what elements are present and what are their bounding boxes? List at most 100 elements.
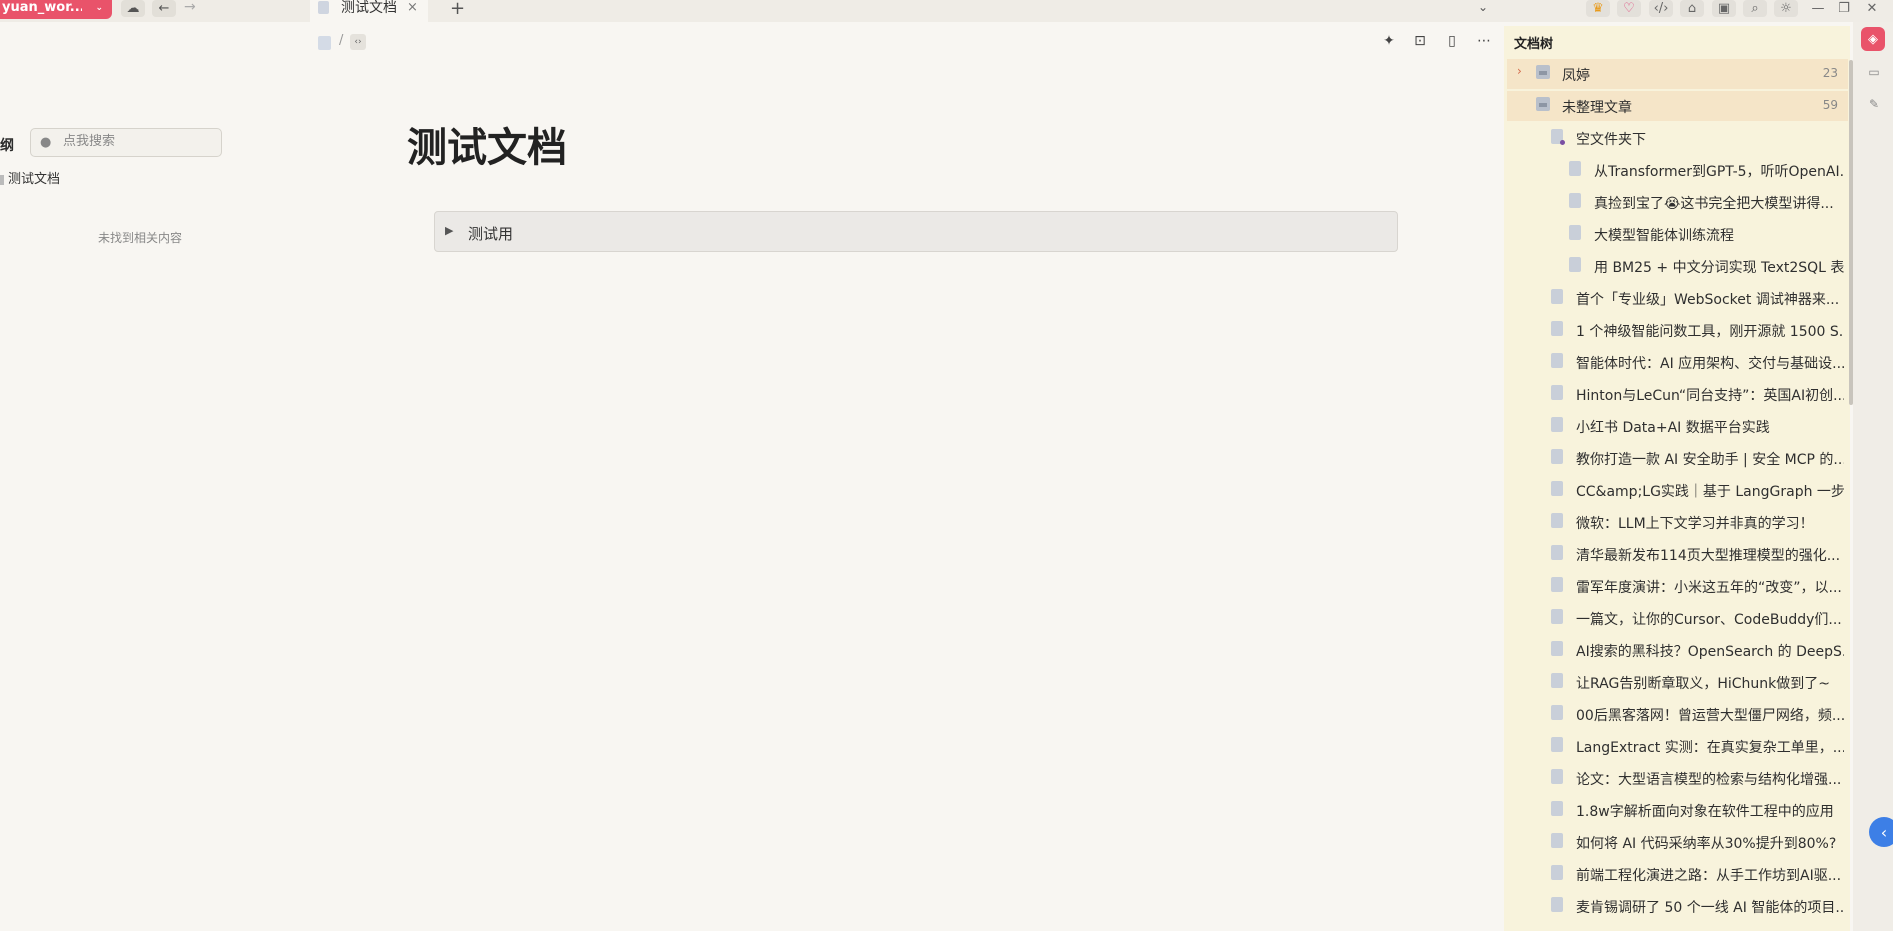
toggle-arrow-icon[interactable]: ▶ (445, 224, 453, 237)
document-icon (1551, 481, 1563, 496)
tree-doc-row[interactable]: 微软：LLM上下文学习并非真的学习！ (1507, 507, 1848, 537)
tree-doc-row[interactable]: 雷军年度演讲：小米这五年的“改变”，以... (1507, 571, 1848, 601)
doc-title: Hinton与LeCun“同台支持”：英国AI初创... (1576, 388, 1844, 404)
doc-title: 麦肯锡调研了 50 个一线 AI 智能体的项目... (1576, 900, 1844, 916)
tab-list-chevron-icon[interactable]: ⌄ (1478, 0, 1488, 14)
add-tab-button[interactable]: + (450, 0, 465, 19)
file-icon[interactable]: ▯ (1443, 33, 1461, 49)
document-icon (1551, 801, 1563, 816)
tree-doc-row[interactable]: 让RAG告别断章取义，HiChunk做到了~ (1507, 667, 1848, 697)
chevron-right-icon[interactable]: › (1517, 64, 1522, 78)
back-icon[interactable]: ← (152, 0, 176, 17)
tree-doc-row[interactable]: Hinton与LeCun“同台支持”：英国AI初创... (1507, 379, 1848, 409)
document-icon (1551, 513, 1563, 528)
folder-row[interactable]: 空文件夹下 (1507, 123, 1848, 153)
more-icon[interactable]: ⋯ (1475, 33, 1493, 49)
notebook-name: 未整理文章 (1562, 100, 1632, 116)
tree-doc-row[interactable]: 00后黑客落网！曾运营大型僵尸网络，频... (1507, 699, 1848, 729)
restore-icon[interactable]: ❐ (1832, 0, 1856, 17)
tree-doc-row[interactable]: 用 BM25 + 中文分词实现 Text2SQL 表... (1507, 251, 1848, 281)
forward-icon[interactable]: → (184, 0, 196, 15)
doc-title: AI搜索的黑科技？OpenSearch 的 DeepS... (1576, 644, 1844, 660)
tree-doc-row[interactable]: 教你打造一款 AI 安全助手 | 安全 MCP 的... (1507, 443, 1848, 473)
notebook-count: 59 (1822, 98, 1838, 112)
doc-title: 论文：大型语言模型的检索与结构化增强... (1576, 772, 1842, 788)
document-icon (1551, 609, 1563, 624)
folder-document-icon (1551, 129, 1565, 145)
tree-doc-row[interactable]: LangExtract 实测：在真实复杂工单里，... (1507, 731, 1848, 761)
document-icon (1551, 577, 1563, 592)
tree-doc-row[interactable]: 清华最新发布114页大型推理模型的强化... (1507, 539, 1848, 569)
command-icon[interactable]: ▣ (1712, 0, 1736, 17)
document-icon (1569, 161, 1581, 176)
tree-doc-row[interactable]: CC&amp;LG实践｜基于 LangGraph 一步... (1507, 475, 1848, 505)
outline-item[interactable]: 测试文档 (0, 168, 60, 187)
breadcrumb-code-icon[interactable]: ‹› (350, 34, 366, 50)
tree-doc-row[interactable]: 真捡到宝了😭这书完全把大模型讲得... (1507, 187, 1848, 217)
document-title[interactable]: 测试文档 (407, 115, 567, 173)
tree-doc-row[interactable]: 1.8w字解析面向对象在软件工程中的应用 (1507, 795, 1848, 825)
heart-icon[interactable]: ♡ (1617, 0, 1641, 17)
outline-search[interactable]: ● (30, 128, 222, 157)
notebook-icon (1536, 65, 1550, 79)
pencil-dock-icon[interactable]: ✎ (1866, 96, 1882, 112)
search-icon[interactable]: ⌕ (1743, 0, 1767, 17)
inbox-dock-icon[interactable]: ▭ (1866, 64, 1882, 80)
tab-label: 测试文档 (341, 0, 397, 16)
tree-doc-row[interactable]: 一篇文，让你的Cursor、CodeBuddy们... (1507, 603, 1848, 633)
crown-icon[interactable]: ♛ (1586, 0, 1610, 17)
tree-doc-row[interactable]: 从Transformer到GPT-5，听听OpenAI... (1507, 155, 1848, 185)
minimize-icon[interactable]: — (1806, 0, 1830, 17)
document-icon (1551, 417, 1563, 432)
unlock-icon[interactable]: ⊡ (1411, 33, 1429, 49)
doc-title: CC&amp;LG实践｜基于 LangGraph 一步... (1576, 484, 1844, 500)
document-icon (1551, 705, 1563, 720)
workspace-name: yuan_wor... (2, 0, 82, 15)
document-icon (1551, 545, 1563, 560)
search-icon: ● (40, 135, 52, 150)
collapse-panel-button[interactable]: ‹ (1869, 817, 1893, 847)
document-icon (1551, 289, 1563, 304)
file-tree-dock-icon[interactable]: ◈ (1861, 27, 1885, 51)
workspace-switcher[interactable]: yuan_wor... ⌄ (0, 0, 112, 19)
tree-doc-row[interactable]: 麦肯锡调研了 50 个一线 AI 智能体的项目... (1507, 891, 1848, 921)
document-icon (1551, 737, 1563, 752)
toggle-block-label: 测试用 (468, 225, 514, 243)
empty-state-text: 未找到相关内容 (97, 231, 182, 245)
document-icon (1551, 449, 1563, 464)
document-icon (1551, 321, 1563, 336)
notebook-row[interactable]: › 凤婷 23 (1507, 59, 1848, 89)
doc-title: 微软：LLM上下文学习并非真的学习！ (1576, 516, 1814, 532)
bazaar-icon[interactable]: ⌂ (1680, 0, 1704, 17)
code-icon[interactable]: ‹/› (1649, 0, 1673, 17)
close-window-icon[interactable]: ✕ (1860, 0, 1884, 17)
doc-title: 00后黑客落网！曾运营大型僵尸网络，频... (1576, 708, 1844, 724)
tree-doc-row[interactable]: 前端工程化演进之路：从手工作坊到AI驱... (1507, 859, 1848, 889)
tab-test-document[interactable]: 测试文档 × (310, 0, 428, 22)
close-icon[interactable]: × (407, 0, 418, 16)
notebook-row[interactable]: 未整理文章 59 (1507, 91, 1848, 121)
sync-cloud-icon[interactable]: ☁ (121, 0, 145, 17)
document-icon (1551, 353, 1563, 368)
tree-doc-row[interactable]: AI搜索的黑科技？OpenSearch 的 DeepS... (1507, 635, 1848, 665)
tree-doc-row[interactable]: 小红书 Data+AI 数据平台实践 (1507, 411, 1848, 441)
tree-doc-row[interactable]: 如何将 AI 代码采纳率从30%提升到80%? (1507, 827, 1848, 857)
ai-sparkle-icon[interactable]: ✦ (1380, 33, 1398, 49)
document-icon (1551, 769, 1563, 784)
tree-doc-row[interactable]: 1 个神级智能问数工具，刚开源就 1500 S... (1507, 315, 1848, 345)
doc-title: LangExtract 实测：在真实复杂工单里，... (1576, 740, 1844, 756)
outline-title: 纲 (0, 138, 14, 154)
breadcrumb-document-icon[interactable] (318, 36, 331, 50)
doc-title: 小红书 Data+AI 数据平台实践 (1576, 420, 1770, 436)
toggle-block[interactable]: ▶ 测试用 (434, 211, 1398, 252)
document-icon (1551, 641, 1563, 656)
search-input[interactable] (61, 133, 215, 150)
tree-doc-row[interactable]: 论文：大型语言模型的检索与结构化增强... (1507, 763, 1848, 793)
tree-doc-row[interactable]: 大模型智能体训练流程 (1507, 219, 1848, 249)
tree-doc-row[interactable]: 首个「专业级」WebSocket 调试神器来... (1507, 283, 1848, 313)
tree-doc-row[interactable]: 智能体时代：AI 应用架构、交付与基础设... (1507, 347, 1848, 377)
doc-title: 用 BM25 + 中文分词实现 Text2SQL 表... (1594, 260, 1844, 276)
document-icon (1569, 225, 1581, 240)
theme-sun-icon[interactable]: ☼ (1774, 0, 1798, 17)
doc-title: 智能体时代：AI 应用架构、交付与基础设... (1576, 356, 1844, 372)
